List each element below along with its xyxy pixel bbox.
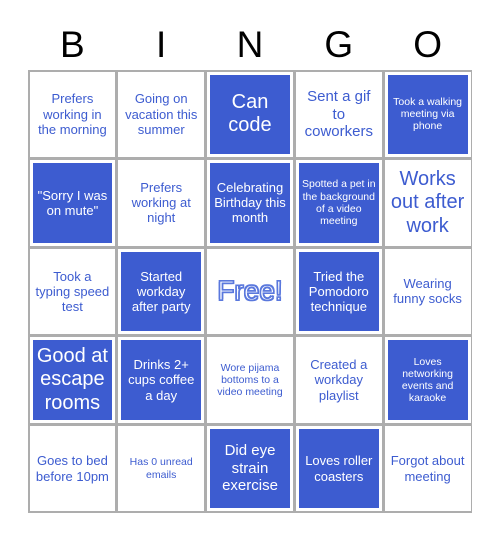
bingo-cell[interactable]: Loves roller coasters <box>295 425 382 512</box>
bingo-cell-label: Forgot about meeting <box>390 453 465 484</box>
bingo-cell-label: Free! <box>217 274 284 307</box>
bingo-cell-label: Started workday after party <box>131 268 191 315</box>
bingo-header-letter-2: N <box>236 23 264 65</box>
bingo-header-letter-4: O <box>413 23 442 65</box>
bingo-cell-label: "Sorry I was on mute" <box>37 187 108 218</box>
bingo-cell[interactable]: Spotted a pet in the background of a vid… <box>295 160 382 246</box>
bingo-card: B I N G O Prefers working in the morning Goin… <box>0 0 501 544</box>
bingo-cell-label: Sent a gif to coworkers <box>304 87 373 141</box>
bingo-cell[interactable]: Wore pijama bottoms to a video meeting <box>207 337 293 423</box>
bingo-cell[interactable]: Works out after work <box>384 160 471 246</box>
bingo-cell[interactable]: Forgot about meeting <box>384 425 471 512</box>
bingo-cell[interactable]: Drinks 2+ cups coffee a day <box>118 337 205 423</box>
bingo-cell-label: Did eye strain exercise <box>222 442 278 495</box>
bingo-cell[interactable]: Did eye strain exercise <box>207 425 293 512</box>
bingo-cell[interactable]: Celebrating Birthday this month <box>207 160 293 246</box>
bingo-cell-label: Loves roller coasters <box>305 453 373 484</box>
bingo-cell[interactable]: Good at escape rooms <box>29 337 116 423</box>
bingo-cell[interactable]: Sent a gif to coworkers <box>295 71 382 158</box>
bingo-cell-label: Spotted a pet in the background of a vid… <box>302 178 376 228</box>
bingo-cell-label: Good at escape rooms <box>36 345 108 414</box>
bingo-cell[interactable]: Goes to bed before 10pm <box>29 425 116 512</box>
bingo-cell[interactable]: Started workday after party <box>118 248 205 335</box>
bingo-cell[interactable]: "Sorry I was on mute" <box>29 160 116 246</box>
bingo-cell[interactable]: Took a walking meeting via phone <box>384 71 471 158</box>
bingo-cell-label: Drinks 2+ cups coffee a day <box>128 357 195 403</box>
bingo-cell[interactable]: Going on vacation this summer <box>118 71 205 158</box>
bingo-header-letter-1: I <box>156 23 167 65</box>
bingo-cell-label: Going on vacation this summer <box>125 91 198 137</box>
bingo-cell-label: Wearing funny socks <box>393 276 462 307</box>
bingo-grid: Prefers working in the morning Going on v… <box>28 70 472 513</box>
bingo-cell-label: Works out after work <box>390 167 465 237</box>
bingo-cell-label: Prefers working at night <box>131 180 191 226</box>
bingo-cell-label: Celebrating Birthday this month <box>214 180 286 226</box>
bingo-cell[interactable]: Can code <box>207 71 293 158</box>
bingo-cell[interactable]: Tried the Pomodoro technique <box>295 248 382 335</box>
bingo-cell-label: Goes to bed before 10pm <box>35 453 109 484</box>
bingo-cell[interactable]: Loves networking events and karaoke <box>384 337 471 423</box>
bingo-cell-label: Took a walking meeting via phone <box>393 95 463 133</box>
bingo-cell-label: Loves networking events and karaoke <box>401 355 454 405</box>
bingo-cell-free[interactable]: Free! <box>207 248 293 335</box>
bingo-cell-label: Took a typing speed test <box>35 268 110 315</box>
bingo-header-letter-0: B <box>60 23 85 65</box>
bingo-cell[interactable]: Wearing funny socks <box>384 248 471 335</box>
bingo-cell[interactable]: Prefers working in the morning <box>29 71 116 158</box>
bingo-cell[interactable]: Created a workday playlist <box>295 337 382 423</box>
bingo-cell-label: Created a workday playlist <box>310 357 368 403</box>
bingo-cell-label: Prefers working in the morning <box>38 91 107 137</box>
bingo-cell[interactable]: Took a typing speed test <box>29 248 116 335</box>
bingo-header-row: BINGO <box>28 20 472 68</box>
bingo-cell[interactable]: Prefers working at night <box>118 160 205 246</box>
bingo-cell-label: Can code <box>228 90 272 137</box>
bingo-cell-label: Wore pijama bottoms to a video meeting <box>217 361 283 399</box>
bingo-header-letter-3: G <box>324 23 354 65</box>
bingo-cell-label: Tried the Pomodoro technique <box>308 268 369 315</box>
bingo-cell[interactable]: Has 0 unread emails <box>118 425 205 512</box>
bingo-cell-label: Has 0 unread emails <box>129 456 193 481</box>
